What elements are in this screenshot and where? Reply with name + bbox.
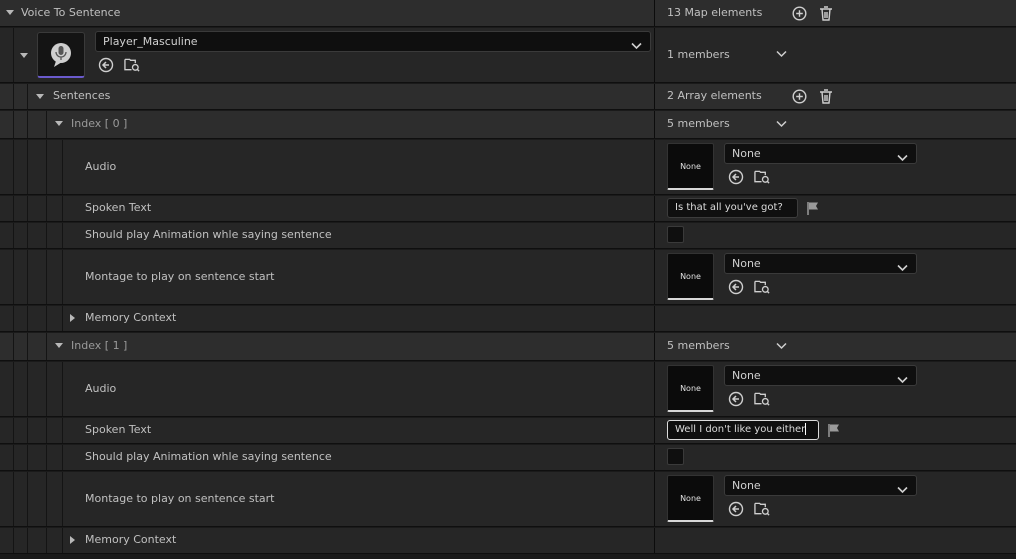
flag-icon[interactable] (805, 200, 821, 216)
index-0-row[interactable]: Index [ 0 ] 5 members (0, 111, 1016, 139)
map-entry-row: Player_Masculine 1 members (0, 28, 1016, 83)
montage-label: Montage to play on sentence start (85, 492, 275, 505)
audio-row: Audio None None (0, 140, 1016, 195)
trash-icon[interactable] (818, 88, 834, 104)
arrow-left-circle-icon[interactable] (728, 169, 744, 185)
expand-arrow-icon[interactable] (55, 343, 63, 348)
anim-label: Should play Animation whle saying senten… (85, 450, 332, 463)
plus-circle-icon[interactable] (791, 88, 807, 104)
asset-value: None (732, 369, 761, 382)
folder-search-icon[interactable] (754, 391, 770, 407)
chevron-down-icon (897, 371, 908, 390)
folder-search-icon[interactable] (754, 501, 770, 517)
members-count: 5 members (667, 117, 730, 130)
memory-context-label: Memory Context (85, 311, 177, 324)
arrow-left-circle-icon[interactable] (728, 279, 744, 295)
property-label: Sentences (53, 89, 111, 102)
memory-context-row[interactable]: Memory Context (0, 528, 1016, 554)
chevron-down-icon[interactable] (773, 46, 789, 62)
folder-search-icon[interactable] (124, 57, 140, 73)
asset-thumbnail[interactable]: None (667, 253, 714, 300)
anim-row: Should play Animation whle saying senten… (0, 445, 1016, 471)
expand-arrow-icon[interactable] (70, 536, 75, 544)
spoken-text-label: Spoken Text (85, 201, 152, 214)
members-count: 5 members (667, 339, 730, 352)
arrow-left-circle-icon[interactable] (728, 391, 744, 407)
microphone-icon (37, 32, 85, 78)
anim-row: Should play Animation whle saying senten… (0, 223, 1016, 249)
index-label: Index [ 0 ] (71, 117, 128, 130)
montage-asset-dropdown[interactable]: None (724, 253, 917, 274)
spoken-text-input[interactable]: Is that all you've got? (667, 198, 798, 218)
text-caret (805, 423, 807, 435)
memory-context-row[interactable]: Memory Context (0, 306, 1016, 332)
spoken-text-row: Spoken Text Is that all you've got? (0, 196, 1016, 222)
anim-label: Should play Animation whle saying senten… (85, 228, 332, 241)
montage-row: Montage to play on sentence start None N… (0, 250, 1016, 305)
chevron-down-icon (897, 259, 908, 278)
chevron-down-icon[interactable] (773, 116, 789, 132)
audio-label: Audio (85, 160, 117, 173)
members-count: 1 members (667, 48, 730, 61)
spoken-text-row: Spoken Text Well I don't like you either (0, 418, 1016, 444)
arrow-left-circle-icon[interactable] (98, 57, 114, 73)
element-count: 13 Map elements (667, 6, 763, 19)
montage-row: Montage to play on sentence start None N… (0, 472, 1016, 527)
audio-asset-dropdown[interactable]: None (724, 365, 917, 386)
map-key-dropdown[interactable]: Player_Masculine (95, 31, 651, 52)
montage-label: Montage to play on sentence start (85, 270, 275, 283)
sentences-row[interactable]: Sentences 2 Array elements (0, 84, 1016, 110)
audio-asset-dropdown[interactable]: None (724, 143, 917, 164)
chevron-down-icon (897, 481, 908, 500)
arrow-left-circle-icon[interactable] (728, 501, 744, 517)
plus-circle-icon[interactable] (791, 5, 807, 21)
audio-label: Audio (85, 382, 117, 395)
folder-search-icon[interactable] (754, 169, 770, 185)
expand-arrow-icon[interactable] (55, 121, 63, 126)
map-key-value: Player_Masculine (103, 35, 198, 48)
asset-thumbnail[interactable]: None (667, 365, 714, 412)
expand-arrow-icon[interactable] (70, 314, 75, 322)
audio-row: Audio None None (0, 362, 1016, 417)
index-label: Index [ 1 ] (71, 339, 128, 352)
chevron-down-icon (897, 149, 908, 168)
asset-value: None (732, 479, 761, 492)
asset-thumbnail[interactable]: None (667, 475, 714, 522)
spoken-text-value: Well I don't like you either (675, 424, 806, 435)
chevron-down-icon (631, 37, 642, 56)
anim-checkbox[interactable] (667, 448, 684, 465)
asset-thumbnail[interactable]: None (667, 143, 714, 190)
element-count: 2 Array elements (667, 89, 762, 102)
trash-icon[interactable] (818, 5, 834, 21)
expand-arrow-icon[interactable] (36, 94, 44, 99)
flag-icon[interactable] (826, 422, 842, 438)
asset-value: None (732, 257, 761, 270)
folder-search-icon[interactable] (754, 279, 770, 295)
memory-context-label: Memory Context (85, 533, 177, 546)
expand-arrow-icon[interactable] (20, 53, 28, 58)
property-label: Voice To Sentence (21, 6, 121, 19)
anim-checkbox[interactable] (667, 226, 684, 243)
voice-to-sentence-row[interactable]: Voice To Sentence 13 Map elements (0, 0, 1016, 27)
spoken-text-label: Spoken Text (85, 423, 152, 436)
chevron-down-icon[interactable] (773, 338, 789, 354)
spoken-text-input[interactable]: Well I don't like you either (667, 420, 819, 440)
index-1-row[interactable]: Index [ 1 ] 5 members (0, 333, 1016, 361)
expand-arrow-icon[interactable] (6, 10, 14, 15)
montage-asset-dropdown[interactable]: None (724, 475, 917, 496)
asset-value: None (732, 147, 761, 160)
